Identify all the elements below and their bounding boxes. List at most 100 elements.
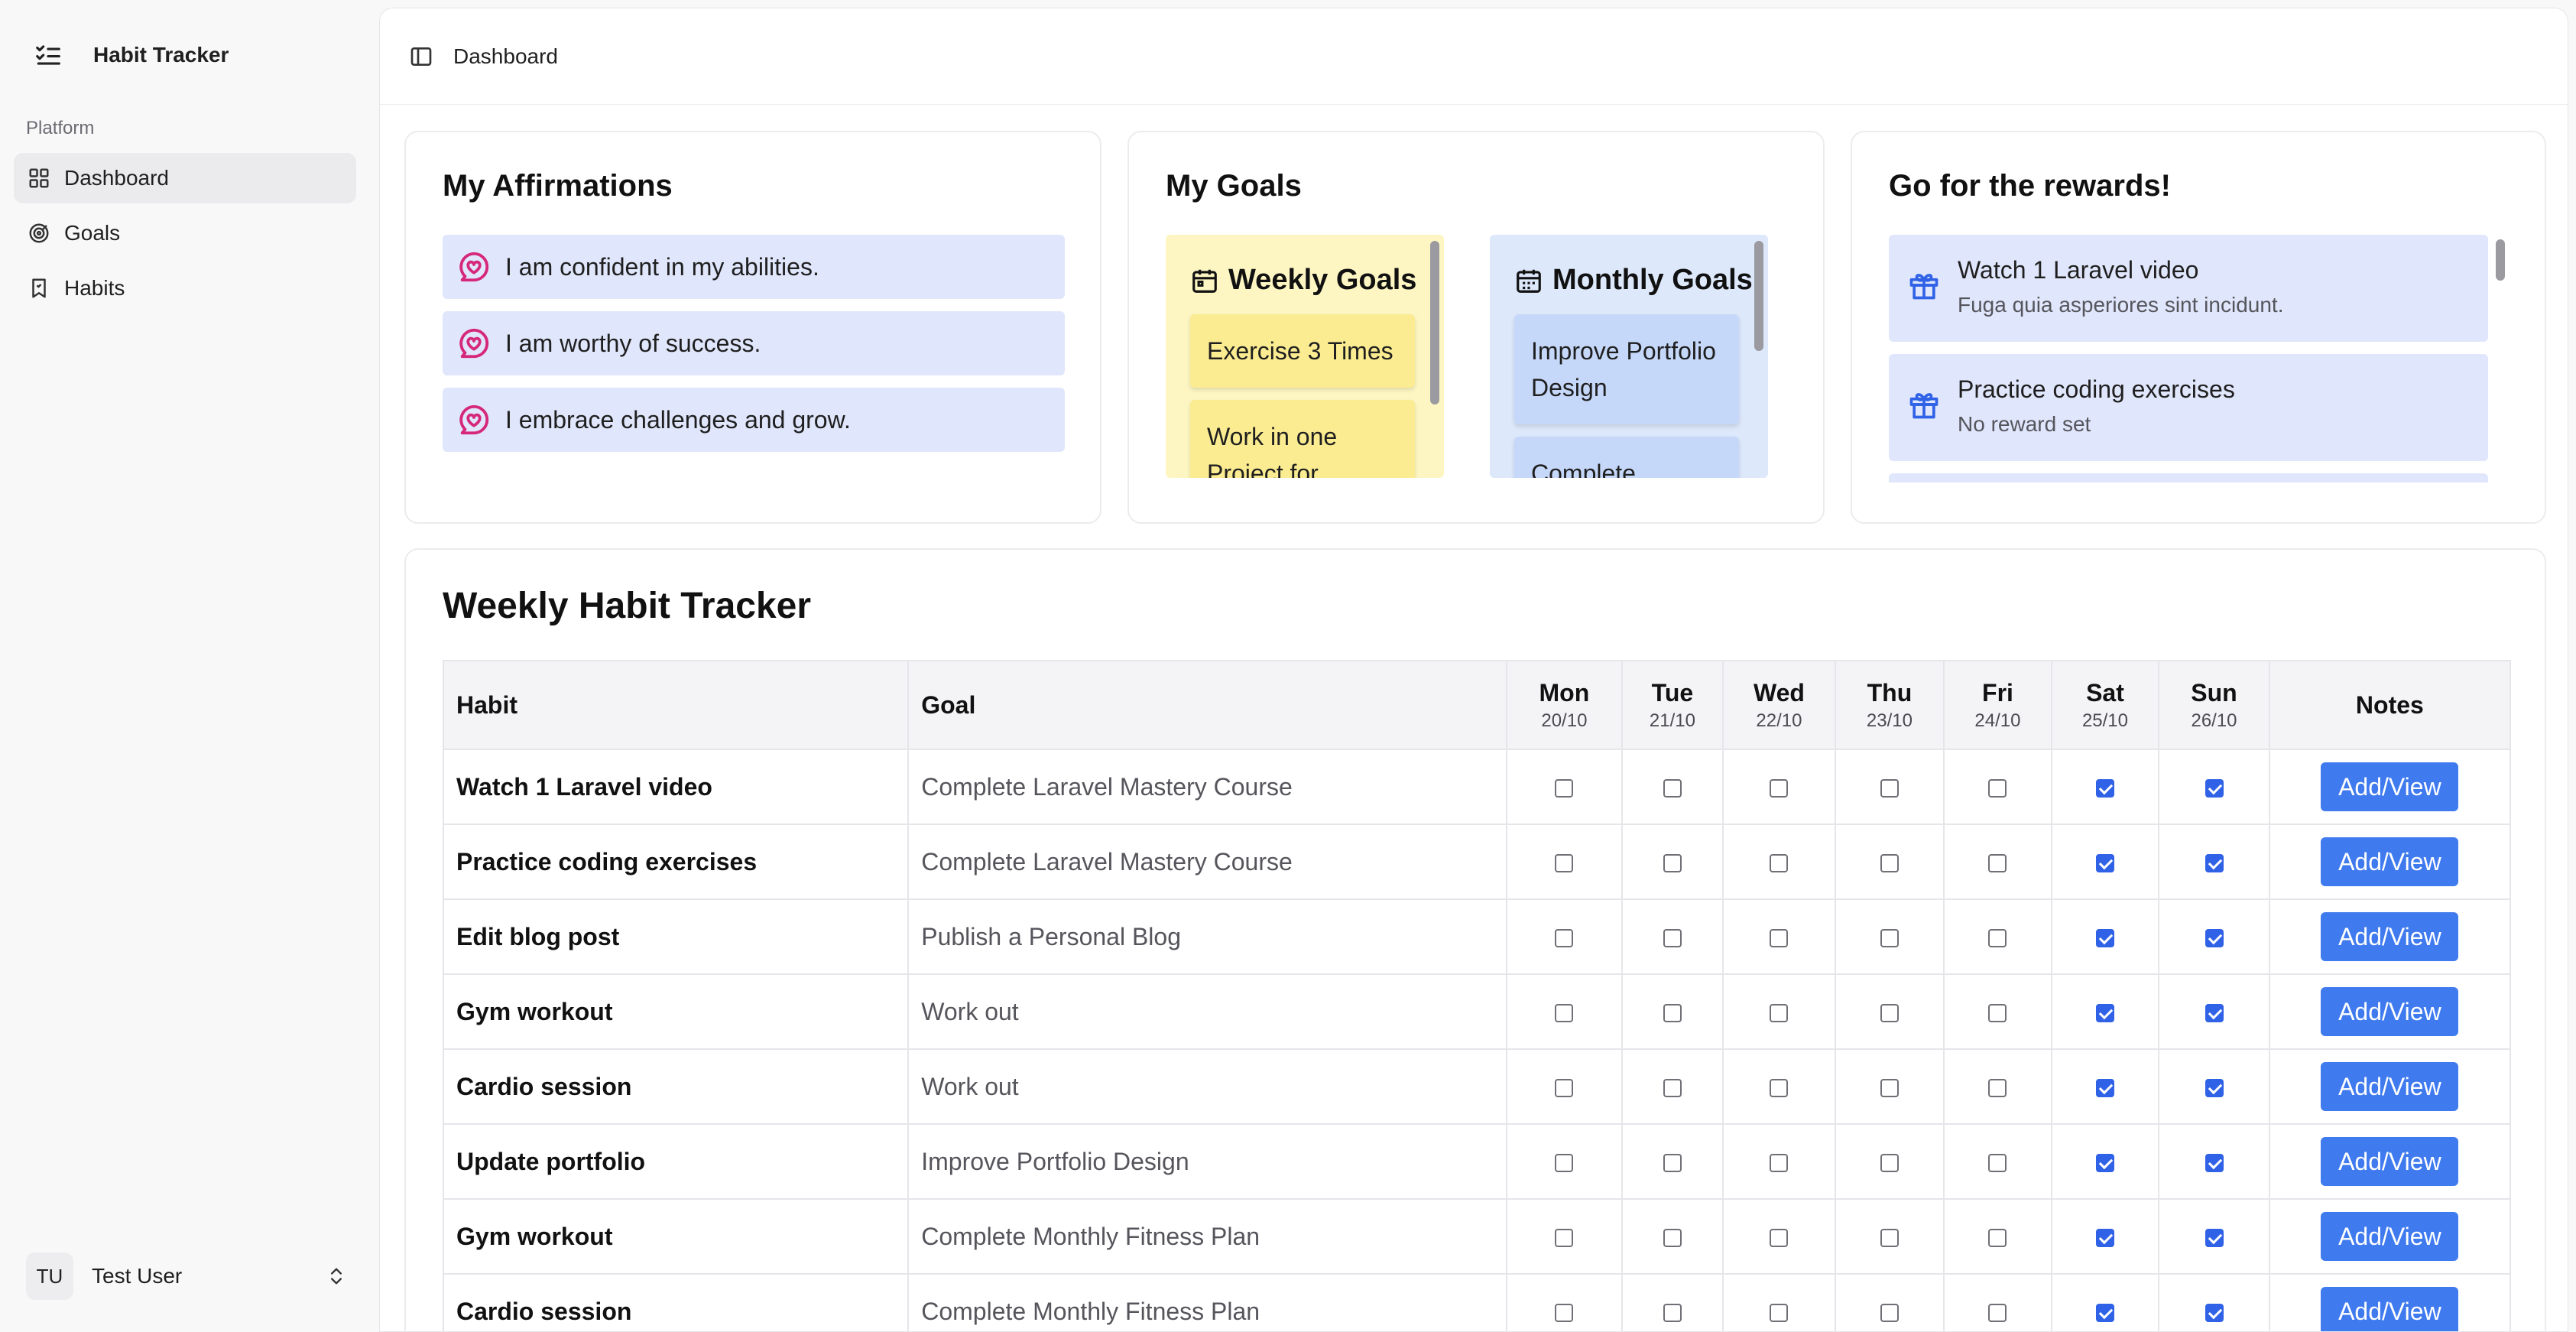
add-view-notes-button[interactable]: Add/View — [2321, 1062, 2459, 1111]
table-row: Edit blog post Publish a Personal Blog Add… — [442, 898, 2512, 975]
day-checkbox-sat[interactable] — [2095, 1304, 2114, 1323]
day-checkbox-thu[interactable] — [1880, 1229, 1899, 1248]
day-checkbox-thu[interactable] — [1880, 1004, 1899, 1023]
brand[interactable]: Habit Tracker — [34, 38, 229, 72]
day-checkbox-wed[interactable] — [1770, 779, 1789, 798]
sidebar-toggle-icon[interactable] — [409, 44, 433, 69]
monthly-goals-scrollbar[interactable] — [1754, 241, 1763, 351]
day-checkbox-sun[interactable] — [2205, 1004, 2224, 1023]
day-checkbox-tue[interactable] — [1663, 1004, 1682, 1023]
day-checkbox-mon[interactable] — [1555, 1004, 1574, 1023]
day-checkbox-mon[interactable] — [1555, 1304, 1574, 1323]
day-checkbox-mon[interactable] — [1555, 1079, 1574, 1098]
day-checkbox-mon[interactable] — [1555, 929, 1574, 948]
day-checkbox-sat[interactable] — [2095, 1079, 2114, 1098]
day-checkbox-wed[interactable] — [1770, 854, 1789, 873]
day-checkbox-fri[interactable] — [1988, 1004, 2007, 1023]
day-name: Thu — [1867, 678, 1913, 707]
day-checkbox-sun[interactable] — [2205, 854, 2224, 873]
day-checkbox-tue[interactable] — [1663, 1154, 1682, 1173]
day-checkbox-mon[interactable] — [1555, 1154, 1574, 1173]
day-checkbox-fri[interactable] — [1988, 929, 2007, 948]
sidebar-item-habits[interactable]: Habits — [14, 263, 356, 314]
day-checkbox-thu[interactable] — [1880, 779, 1899, 798]
reward-item[interactable]: Practice coding exercises No reward set — [1889, 354, 2488, 461]
day-checkbox-sun[interactable] — [2205, 1304, 2224, 1323]
day-checkbox-fri[interactable] — [1988, 854, 2007, 873]
day-checkbox-mon[interactable] — [1555, 854, 1574, 873]
day-checkbox-sat[interactable] — [2095, 1004, 2114, 1023]
habit-name: Cardio session — [442, 1048, 910, 1125]
add-view-notes-button[interactable]: Add/View — [2321, 1287, 2459, 1331]
day-cell — [2158, 898, 2270, 975]
day-cell — [1506, 824, 1623, 900]
add-view-notes-button[interactable]: Add/View — [2321, 1212, 2459, 1261]
day-checkbox-wed[interactable] — [1770, 1229, 1789, 1248]
sidebar-item-dashboard[interactable]: Dashboard — [14, 153, 356, 203]
day-checkbox-thu[interactable] — [1880, 1079, 1899, 1098]
day-checkbox-fri[interactable] — [1988, 1304, 2007, 1323]
day-checkbox-fri[interactable] — [1988, 1229, 2007, 1248]
sidebar-item-goals[interactable]: Goals — [14, 208, 356, 258]
day-checkbox-wed[interactable] — [1770, 1154, 1789, 1173]
reward-item[interactable]: Watch 1 Laravel video Fuga quia asperior… — [1889, 235, 2488, 342]
day-checkbox-wed[interactable] — [1770, 1004, 1789, 1023]
day-checkbox-tue[interactable] — [1663, 1304, 1682, 1323]
add-view-notes-button[interactable]: Add/View — [2321, 987, 2459, 1036]
day-cell — [1506, 1048, 1623, 1125]
day-checkbox-tue[interactable] — [1663, 854, 1682, 873]
day-checkbox-sat[interactable] — [2095, 779, 2114, 798]
day-cell — [2158, 824, 2270, 900]
day-cell — [1722, 1273, 1836, 1331]
day-cell — [1943, 1273, 2052, 1331]
day-cell — [1943, 1048, 2052, 1125]
day-checkbox-sun[interactable] — [2205, 1229, 2224, 1248]
day-name: Sun — [2191, 678, 2237, 707]
day-checkbox-fri[interactable] — [1988, 1154, 2007, 1173]
day-checkbox-tue[interactable] — [1663, 1229, 1682, 1248]
day-checkbox-tue[interactable] — [1663, 929, 1682, 948]
day-checkbox-mon[interactable] — [1555, 1229, 1574, 1248]
day-name: Sat — [2086, 678, 2124, 707]
weekly-goals-scrollbar[interactable] — [1430, 241, 1439, 404]
add-view-notes-button[interactable]: Add/View — [2321, 762, 2459, 811]
day-checkbox-sat[interactable] — [2095, 854, 2114, 873]
day-cell — [1722, 824, 1836, 900]
day-cell — [2158, 973, 2270, 1050]
day-checkbox-thu[interactable] — [1880, 1154, 1899, 1173]
reward-item[interactable] — [1889, 473, 2488, 482]
day-cell — [1621, 749, 1724, 825]
day-date: 25/10 — [2081, 710, 2128, 731]
weekly-goal-note[interactable]: Work in one Project for — [1190, 400, 1415, 478]
day-checkbox-tue[interactable] — [1663, 1079, 1682, 1098]
day-checkbox-mon[interactable] — [1555, 779, 1574, 798]
user-menu[interactable]: TU Test User — [26, 1251, 347, 1301]
day-checkbox-sun[interactable] — [2205, 1079, 2224, 1098]
day-checkbox-fri[interactable] — [1988, 1079, 2007, 1098]
day-checkbox-thu[interactable] — [1880, 929, 1899, 948]
day-checkbox-sat[interactable] — [2095, 929, 2114, 948]
weekly-goal-note[interactable]: Exercise 3 Times — [1190, 314, 1415, 388]
day-checkbox-wed[interactable] — [1770, 1079, 1789, 1098]
add-view-notes-button[interactable]: Add/View — [2321, 1137, 2459, 1186]
day-checkbox-sun[interactable] — [2205, 1154, 2224, 1173]
day-checkbox-fri[interactable] — [1988, 779, 2007, 798]
list-checks-icon — [36, 45, 60, 65]
day-checkbox-thu[interactable] — [1880, 1304, 1899, 1323]
day-checkbox-wed[interactable] — [1770, 929, 1789, 948]
day-checkbox-sun[interactable] — [2205, 779, 2224, 798]
day-checkbox-sat[interactable] — [2095, 1154, 2114, 1173]
day-checkbox-tue[interactable] — [1663, 779, 1682, 798]
add-view-notes-button[interactable]: Add/View — [2321, 912, 2459, 961]
day-checkbox-thu[interactable] — [1880, 854, 1899, 873]
day-checkbox-sat[interactable] — [2095, 1229, 2114, 1248]
table-row: Cardio session Work out Add/View — [442, 1048, 2512, 1125]
day-checkbox-wed[interactable] — [1770, 1304, 1789, 1323]
monthly-goal-note[interactable]: Complete — [1514, 437, 1739, 478]
rewards-scrollbar[interactable] — [2496, 239, 2505, 281]
affirmations-card: My Affirmations I am confident in my abi… — [404, 131, 1101, 524]
day-checkbox-sun[interactable] — [2205, 929, 2224, 948]
add-view-notes-button[interactable]: Add/View — [2321, 837, 2459, 886]
day-cell — [1834, 1198, 1945, 1275]
monthly-goal-note[interactable]: Improve Portfolio Design — [1514, 314, 1739, 424]
